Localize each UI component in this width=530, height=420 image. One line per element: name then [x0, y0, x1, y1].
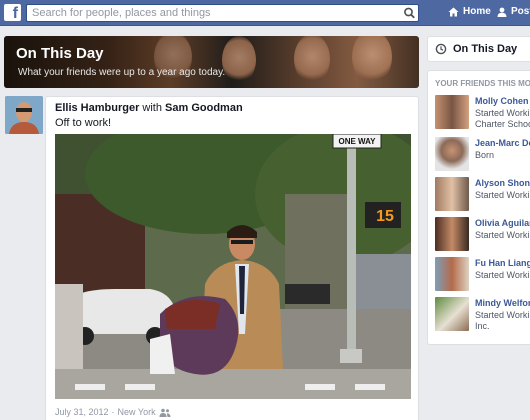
friend-activity: Started Workin Inc.: [475, 310, 530, 331]
friend-item[interactable]: Jean-Marc De Born: [435, 137, 530, 177]
meta-separator: ·: [111, 407, 115, 417]
one-way-sign-text: ONE WAY: [338, 137, 376, 146]
friend-item[interactable]: Olivia Aguilar Started Workin: [435, 217, 530, 257]
friend-avatar: [435, 257, 469, 291]
on-this-day-banner: On This Day What your friends were up to…: [4, 36, 419, 88]
search-button[interactable]: [401, 5, 418, 21]
post-header: Ellis Hamburger with Sam Goodman: [55, 102, 243, 114]
friends-this-month-panel: YOUR FRIENDS THIS MON Molly Cohen Starte…: [427, 70, 530, 345]
friend-avatar: [435, 137, 469, 171]
post-photo[interactable]: ONE WAY 15: [55, 134, 411, 399]
friend-item[interactable]: Fu Han Liang Started Workin: [435, 257, 530, 297]
nav-home-label: Home: [463, 6, 491, 17]
author-avatar[interactable]: [5, 96, 43, 134]
friend-avatar: [435, 95, 469, 129]
countdown-signal-text: 15: [376, 208, 394, 225]
friend-item[interactable]: Alyson Shonte Started Workin: [435, 177, 530, 217]
friend-name-link[interactable]: Olivia Aguilar: [475, 218, 530, 228]
tagged-friend-link[interactable]: Sam Goodman: [165, 102, 243, 114]
with-text: with: [142, 102, 162, 114]
friends-panel-heading: YOUR FRIENDS THIS MON: [435, 79, 530, 88]
post-icon: [497, 7, 507, 17]
search-input[interactable]: [27, 5, 387, 21]
on-this-day-tab[interactable]: On This Day: [427, 36, 530, 62]
search-box: [26, 4, 419, 22]
post-date-link[interactable]: July 31, 2012: [55, 407, 109, 417]
post-card: Ellis Hamburger with Sam Goodman Off to …: [45, 96, 419, 420]
clock-history-icon: [435, 43, 447, 55]
friend-avatar: [435, 217, 469, 251]
nav-post-label: Post: [511, 6, 530, 17]
post-meta: July 31, 2012 · New York: [55, 407, 171, 417]
friend-activity: Started Workin: [475, 190, 530, 200]
on-this-day-tab-label: On This Day: [453, 43, 518, 55]
facebook-logo[interactable]: f: [4, 4, 21, 21]
author-name-link[interactable]: Ellis Hamburger: [55, 102, 139, 114]
friend-activity: Started Workin: [475, 270, 530, 280]
friend-name-link[interactable]: Molly Cohen: [475, 96, 529, 106]
home-icon: [448, 7, 459, 16]
audience-friends-icon[interactable]: [159, 408, 171, 417]
friend-avatar: [435, 177, 469, 211]
top-navigation-bar: f Home Post: [0, 0, 530, 26]
friend-activity: Started Workin Charter School: [475, 108, 530, 129]
friend-activity: Started Workin: [475, 230, 530, 240]
friend-name-link[interactable]: Mindy Welford: [475, 298, 530, 308]
friend-item[interactable]: Molly Cohen Started Workin Charter School: [435, 95, 530, 135]
friend-name-link[interactable]: Fu Han Liang: [475, 258, 530, 268]
post-text: Off to work!: [55, 117, 112, 129]
street-photo: ONE WAY 15: [55, 134, 411, 399]
friend-name-link[interactable]: Alyson Shonte: [475, 178, 530, 188]
friend-avatar: [435, 297, 469, 331]
banner-title: On This Day: [16, 45, 104, 62]
author-avatar-image: [5, 96, 43, 134]
search-icon: [404, 7, 415, 19]
friend-item[interactable]: Mindy Welford Started WorkinInc.: [435, 297, 530, 337]
banner-subtitle: What your friends were up to a year ago …: [18, 67, 226, 78]
nav-post[interactable]: Post: [497, 6, 530, 17]
friend-activity: Born: [475, 150, 495, 160]
friend-name-link[interactable]: Jean-Marc De: [475, 138, 530, 148]
post-location-link[interactable]: New York: [118, 407, 156, 417]
nav-home[interactable]: Home: [448, 6, 491, 17]
